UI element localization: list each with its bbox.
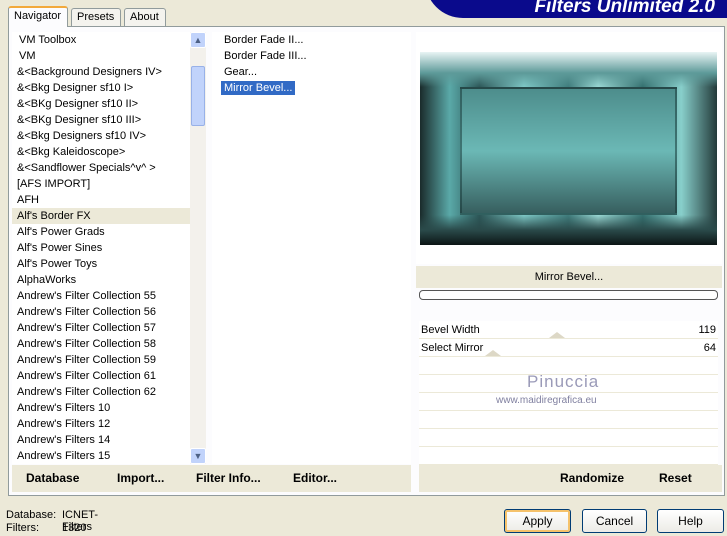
scroll-down-icon[interactable]: ▼ (190, 448, 206, 464)
status-filters: Filters: 1320 (6, 522, 86, 534)
category-item[interactable]: &<Background Designers IV> (12, 64, 190, 80)
param-empty (419, 447, 718, 465)
category-item[interactable]: Andrew's Filters 12 (12, 416, 190, 432)
filters-unlimited-logo: Filters Unlimited 2.0 (425, 0, 727, 18)
category-item[interactable]: [AFS IMPORT] (12, 176, 190, 192)
tab-about[interactable]: About (124, 8, 166, 27)
category-item[interactable]: Andrew's Filter Collection 62 (12, 384, 190, 400)
filter-item-label: Border Fade II... (224, 34, 304, 46)
category-item[interactable]: Andrew's Filter Collection 59 (12, 352, 190, 368)
category-item[interactable]: Andrew's Filters 10 (12, 400, 190, 416)
progress-bar (419, 290, 718, 300)
status-value: 1320 (62, 522, 87, 534)
param-label: Select Mirror (421, 342, 484, 354)
watermark-name: Pinuccia (527, 372, 600, 391)
category-list[interactable]: VM Toolbox VM &<Background Designers IV> &<… (12, 32, 190, 464)
tab-navigator[interactable]: Navigator (8, 6, 68, 27)
param-select-mirror[interactable]: Select Mirror 64 (419, 339, 718, 357)
filter-item[interactable]: Mirror Bevel... (212, 80, 411, 96)
category-item[interactable]: AFH (12, 192, 190, 208)
reset-button[interactable]: Reset (659, 465, 692, 492)
preview-image (420, 52, 717, 245)
scrollbar-thumb[interactable] (191, 66, 205, 126)
filter-item[interactable]: Gear... (212, 64, 411, 80)
category-item[interactable]: Andrew's Filter Collection 56 (12, 304, 190, 320)
randomize-button[interactable]: Randomize (560, 465, 624, 492)
param-bevel-width[interactable]: Bevel Width 119 (419, 321, 718, 339)
category-item[interactable]: Andrew's Filter Collection 55 (12, 288, 190, 304)
preview-filter-name: Mirror Bevel... (416, 266, 722, 288)
category-item[interactable]: Andrew's Filters 15 (12, 448, 190, 464)
param-label: Bevel Width (421, 324, 480, 336)
slider-thumb[interactable] (485, 350, 501, 356)
category-item[interactable]: Andrew's Filter Collection 58 (12, 336, 190, 352)
editor-button[interactable]: Editor... (293, 465, 337, 492)
status-label: Filters: (6, 522, 39, 534)
category-item[interactable]: Andrew's Filter Collection 57 (12, 320, 190, 336)
help-button[interactable]: Help (657, 509, 724, 533)
status-database: Database: ICNET-Filters (6, 509, 98, 533)
category-item[interactable]: &<BKg Designer sf10 III> (12, 112, 190, 128)
apply-button[interactable]: Apply (504, 509, 571, 533)
filter-info-button[interactable]: Filter Info... (196, 465, 261, 492)
category-item[interactable]: Alf's Power Sines (12, 240, 190, 256)
filter-list[interactable]: Border Fade II... Border Fade III... Gear.… (212, 32, 411, 464)
category-item[interactable]: &<Bkg Designers sf10 IV> (12, 128, 190, 144)
category-item[interactable]: &<BKg Designer sf10 II> (12, 96, 190, 112)
right-button-bar: Randomize Reset (419, 465, 722, 492)
watermark-url: www.maidiregrafica.eu (496, 395, 597, 406)
left-button-bar: Database Import... Filter Info... Editor… (12, 465, 411, 492)
filter-item[interactable]: Border Fade III... (212, 48, 411, 64)
param-empty (419, 411, 718, 429)
category-item[interactable]: Alf's Border FX (12, 208, 190, 224)
param-empty (419, 429, 718, 447)
category-item[interactable]: Alf's Power Grads (12, 224, 190, 240)
cancel-button[interactable]: Cancel (582, 509, 647, 533)
category-item[interactable]: AlphaWorks (12, 272, 190, 288)
category-item[interactable]: &<Sandflower Specials^v^ > (12, 160, 190, 176)
slider-thumb[interactable] (549, 332, 565, 338)
filter-item-label: Gear... (224, 66, 258, 78)
category-item[interactable]: &<Bkg Kaleidoscope> (12, 144, 190, 160)
category-item[interactable]: VM (12, 48, 190, 64)
category-scrollbar[interactable]: ▲ ▼ (190, 32, 206, 464)
parameter-list: Bevel Width 119 Select Mirror 64 (419, 321, 718, 465)
param-value: 64 (703, 342, 716, 354)
filter-item[interactable]: Border Fade II... (212, 32, 411, 48)
category-item[interactable]: Alf's Power Toys (12, 256, 190, 272)
category-item[interactable]: Andrew's Filters 14 (12, 432, 190, 448)
tab-presets[interactable]: Presets (71, 8, 121, 27)
database-button[interactable]: Database (26, 465, 79, 492)
filter-item-label: Mirror Bevel... (221, 81, 296, 95)
filter-item-label: Border Fade III... (224, 50, 307, 62)
category-item[interactable]: VM Toolbox (12, 32, 190, 48)
param-value: 119 (698, 324, 716, 336)
scroll-up-icon[interactable]: ▲ (190, 32, 206, 48)
import-button[interactable]: Import... (117, 465, 164, 492)
category-item[interactable]: &<Bkg Designer sf10 I> (12, 80, 190, 96)
status-label: Database: (6, 509, 57, 521)
category-item[interactable]: Andrew's Filter Collection 61 (12, 368, 190, 384)
